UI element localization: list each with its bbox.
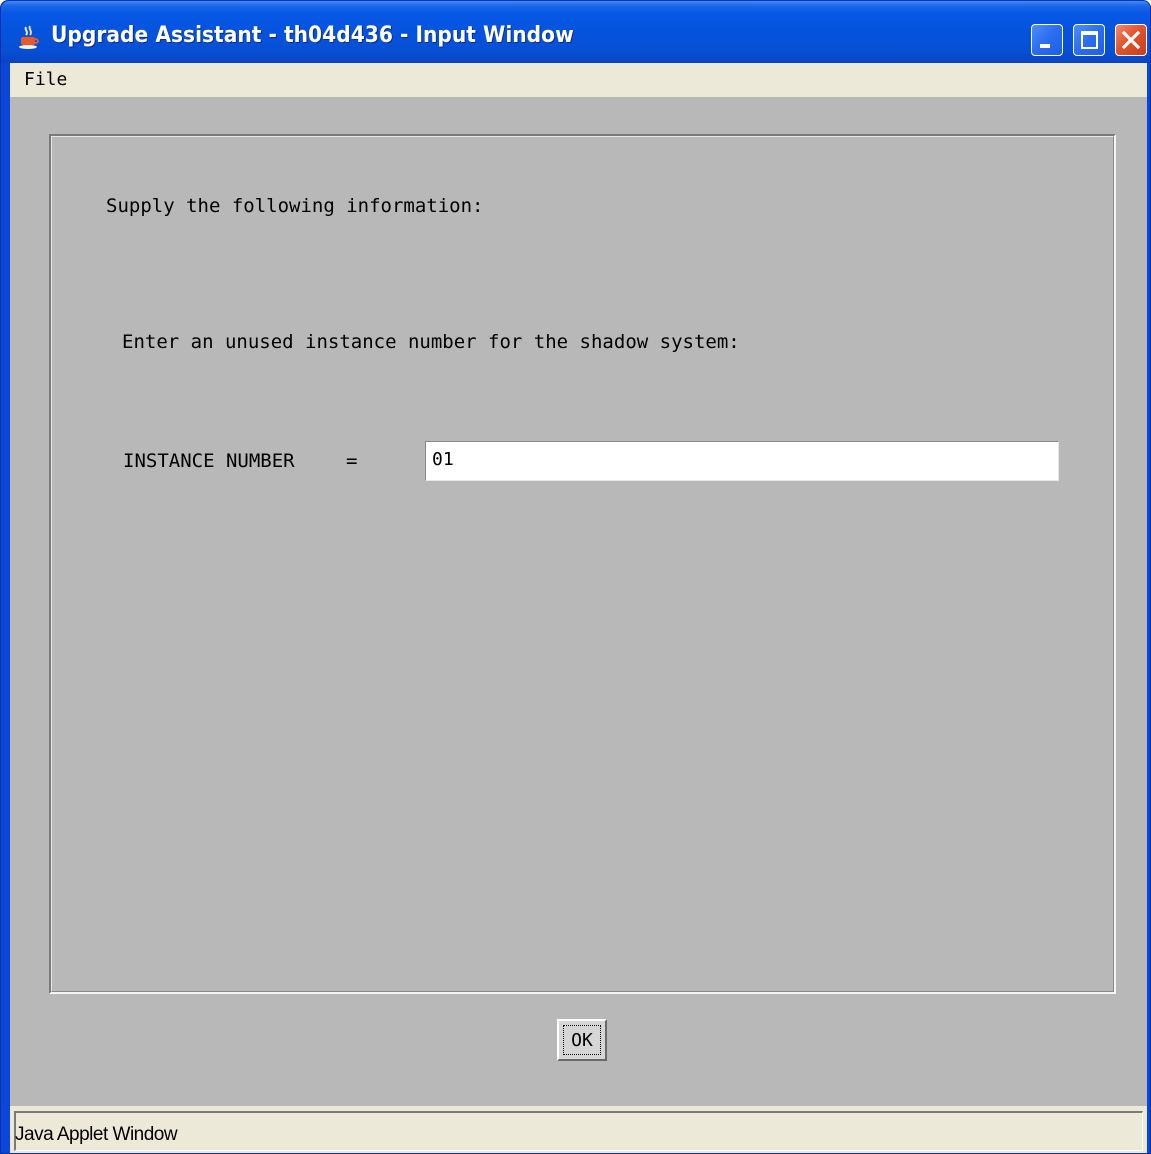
ok-button-label: OK [563, 1025, 601, 1055]
input-panel [49, 134, 1116, 994]
ok-button[interactable]: OK [557, 1019, 607, 1061]
window-title: Upgrade Assistant - th04d436 - Input Win… [51, 23, 574, 48]
minimize-icon [1040, 44, 1050, 48]
equals-sign: = [346, 450, 358, 472]
status-text: Java Applet Window [15, 1124, 178, 1145]
close-icon [1120, 29, 1142, 51]
status-bar-frame [14, 1111, 1143, 1151]
minimize-button[interactable] [1031, 24, 1063, 56]
intro-text: Supply the following information: [106, 195, 484, 217]
applet-window: Upgrade Assistant - th04d436 - Input Win… [0, 0, 1151, 1154]
status-bar: Java Applet Window [10, 1106, 1147, 1153]
maximize-button[interactable] [1073, 24, 1105, 56]
java-coffee-cup-icon [17, 25, 41, 51]
title-bar[interactable]: Upgrade Assistant - th04d436 - Input Win… [1, 1, 1150, 63]
menu-file[interactable]: File [24, 69, 67, 90]
menu-bar: File [10, 63, 1147, 97]
panel-bevel [51, 136, 1114, 992]
instance-number-input[interactable] [425, 441, 1059, 481]
close-button[interactable] [1115, 24, 1147, 56]
maximize-icon [1081, 31, 1098, 49]
instance-number-label: INSTANCE NUMBER [123, 450, 295, 472]
prompt-text: Enter an unused instance number for the … [122, 331, 740, 353]
